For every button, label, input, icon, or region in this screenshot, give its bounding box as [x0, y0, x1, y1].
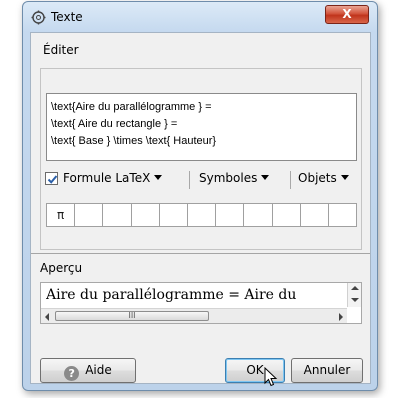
cancel-button[interactable]: Annuler: [291, 358, 363, 383]
dialog-body: Éditer \text{Aire du parallélogramme } =…: [30, 32, 371, 387]
edit-group: \text{Aire du parallélogramme } = \text{ …: [40, 68, 362, 250]
editor-toolbar: Formule LaTeX Symboles Objets: [45, 169, 361, 191]
objects-dropdown-label: Objets: [298, 171, 337, 185]
latex-checkbox[interactable]: [45, 172, 58, 185]
chevron-down-icon: [154, 175, 163, 180]
help-icon: ?: [64, 366, 80, 381]
latex-checkbox-label: Formule LaTeX: [63, 171, 151, 185]
mouse-pointer-icon: [264, 367, 278, 387]
editor-line: \text{ Aire du rectangle } =: [51, 118, 178, 130]
help-button-label: Aide: [85, 363, 112, 377]
help-button[interactable]: ? Aide: [40, 358, 136, 383]
scroll-left-icon[interactable]: [45, 313, 49, 321]
checkmark-icon: [47, 175, 58, 184]
symbol-cell[interactable]: [160, 204, 188, 226]
symbol-cell[interactable]: [103, 204, 132, 226]
close-button[interactable]: X: [325, 5, 369, 24]
symbol-cell[interactable]: [273, 204, 301, 226]
symbols-dropdown-label: Symboles: [199, 171, 258, 185]
toolbar-separator: [189, 171, 190, 189]
symbol-cell[interactable]: [329, 204, 356, 226]
chevron-down-icon: [340, 175, 349, 180]
symbol-cell[interactable]: [75, 204, 104, 226]
symbol-cell[interactable]: [132, 204, 160, 226]
latex-dropdown[interactable]: Formule LaTeX: [63, 171, 163, 185]
symbol-cell[interactable]: [216, 204, 245, 226]
section-divider: [31, 253, 370, 254]
scroll-down-icon[interactable]: [351, 298, 359, 302]
preview-label: Aperçu: [40, 261, 83, 275]
horizontal-scrollbar[interactable]: III: [41, 308, 347, 323]
text-dialog: Texte X Éditer \text{Aire du parallélogr…: [22, 1, 378, 391]
preview-pane: Aire du parallélogramme = Aire du III: [40, 282, 362, 324]
symbol-cell[interactable]: [244, 204, 273, 226]
symbol-palette: π: [46, 203, 357, 227]
objects-dropdown[interactable]: Objets: [298, 171, 349, 185]
symbol-cell[interactable]: [188, 204, 217, 226]
edit-group-label: Éditer: [43, 43, 79, 57]
editor-line: \text{ Base } \times \text{ Hauteur}: [51, 135, 217, 147]
latex-editor[interactable]: \text{Aire du parallélogramme } = \text{ …: [46, 93, 357, 161]
title-bar[interactable]: Texte X: [23, 2, 377, 32]
symbol-cell[interactable]: [301, 204, 329, 226]
scrollbar-thumb[interactable]: III: [55, 311, 209, 321]
symbol-cell-pi[interactable]: π: [47, 204, 76, 226]
scroll-right-icon[interactable]: [339, 313, 343, 321]
gear-icon: [31, 10, 46, 25]
chevron-down-icon: [261, 175, 270, 180]
editor-line: \text{Aire du parallélogramme } =: [51, 101, 212, 113]
toolbar-separator: [290, 171, 291, 189]
scroll-up-icon[interactable]: [351, 286, 359, 290]
symbols-dropdown[interactable]: Symboles: [199, 171, 270, 185]
preview-text: Aire du parallélogramme = Aire du: [46, 287, 297, 303]
window-title: Texte: [51, 10, 83, 24]
vertical-scrollbar[interactable]: [347, 283, 361, 307]
